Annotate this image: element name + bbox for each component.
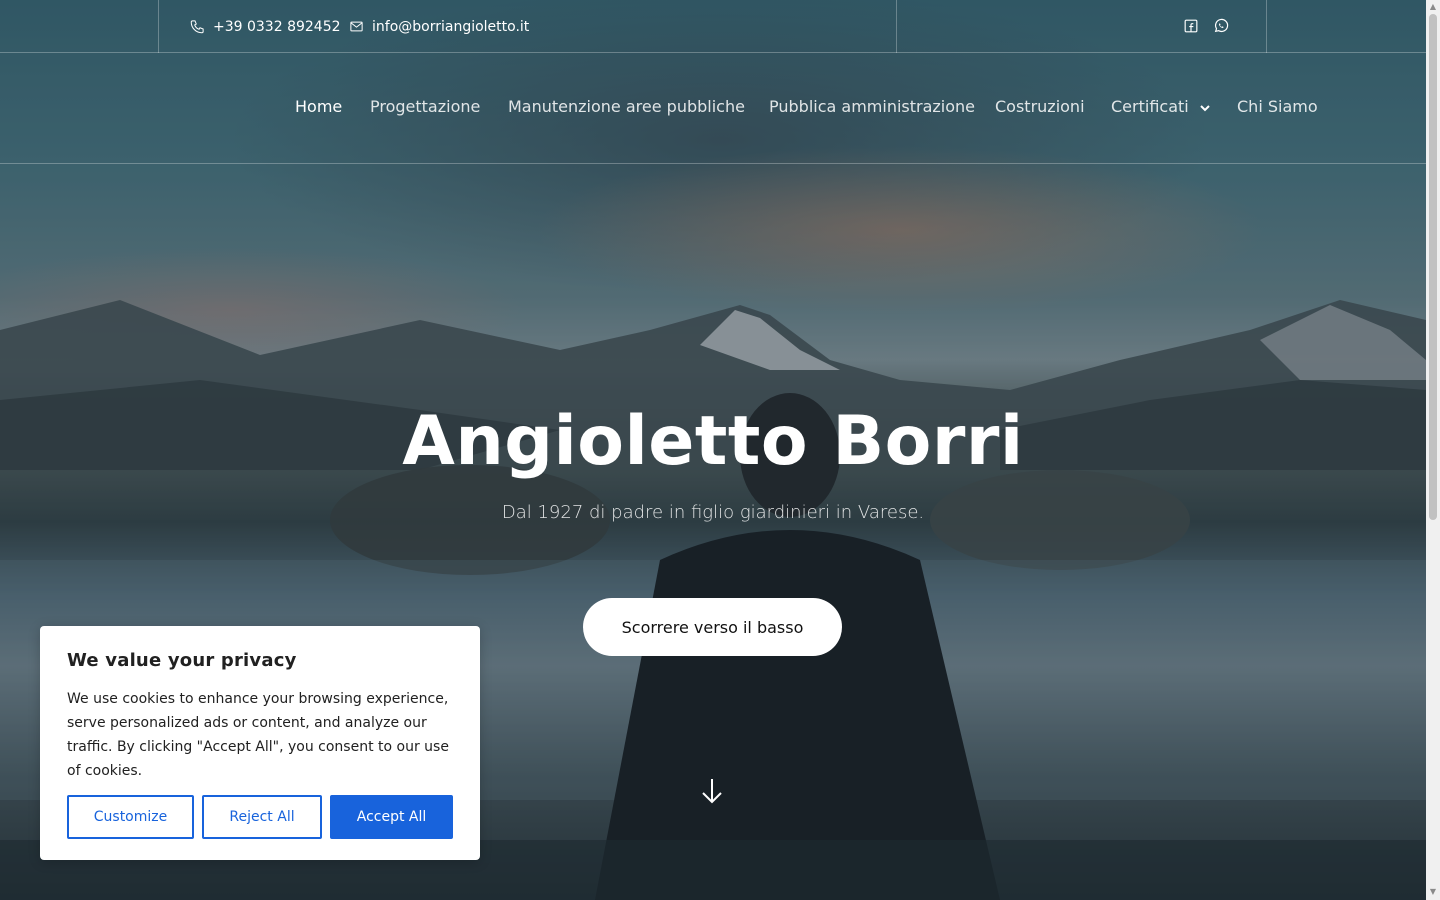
customize-button[interactable]: Customize — [67, 795, 194, 839]
cookie-actions: Customize Reject All Accept All — [67, 795, 453, 839]
scrollbar-thumb[interactable] — [1429, 14, 1437, 520]
nav-item-manutenzione[interactable]: Manutenzione aree pubbliche — [508, 97, 745, 116]
hero-title: Angioletto Borri — [402, 402, 1024, 481]
nav-item-costruzioni[interactable]: Costruzioni — [995, 97, 1085, 116]
facebook-icon — [1184, 19, 1198, 33]
divider — [158, 0, 159, 53]
email-address: info@borriangioletto.it — [372, 18, 530, 35]
chevron-down-icon — [1200, 104, 1210, 111]
phone-number: +39 0332 892452 — [213, 18, 341, 35]
facebook-link[interactable] — [1182, 17, 1200, 35]
accept-all-button[interactable]: Accept All — [330, 795, 453, 839]
nav-item-pubblica-amministrazione[interactable]: Pubblica amministrazione — [769, 97, 975, 116]
reject-all-button[interactable]: Reject All — [202, 795, 322, 839]
divider — [896, 0, 897, 53]
phone-link[interactable]: +39 0332 892452 — [190, 0, 341, 53]
scroll-up-arrow-icon[interactable]: ▲ — [1429, 3, 1437, 11]
divider — [1266, 0, 1267, 53]
cookie-title: We value your privacy — [67, 650, 297, 671]
nav-item-home[interactable]: Home — [295, 97, 342, 116]
hero-subtitle: Dal 1927 di padre in figlio giardinieri … — [501, 502, 925, 523]
scroll-down-button[interactable]: Scorrere verso il basso — [583, 598, 842, 656]
whatsapp-icon — [1214, 18, 1229, 33]
nav-item-certificati[interactable]: Certificati — [1111, 97, 1210, 116]
cookie-consent-banner: We value your privacy We use cookies to … — [40, 626, 480, 860]
main-navigation: Home Progettazione Manutenzione aree pub… — [0, 53, 1426, 164]
email-link[interactable]: info@borriangioletto.it — [349, 0, 529, 53]
nav-item-certificati-label: Certificati — [1111, 97, 1189, 116]
top-contact-bar: +39 0332 892452 info@borriangioletto.it — [0, 0, 1426, 53]
cookie-description: We use cookies to enhance your browsing … — [67, 691, 449, 779]
arrow-down-icon[interactable] — [701, 778, 723, 804]
phone-icon — [190, 20, 204, 34]
whatsapp-link[interactable] — [1212, 17, 1230, 35]
nav-item-progettazione[interactable]: Progettazione — [370, 97, 480, 116]
mail-icon — [350, 21, 363, 32]
nav-item-chi-siamo[interactable]: Chi Siamo — [1237, 97, 1318, 116]
scroll-down-arrow-icon[interactable]: ▼ — [1429, 888, 1437, 896]
page-scrollbar[interactable]: ▲ ▼ — [1426, 0, 1440, 900]
